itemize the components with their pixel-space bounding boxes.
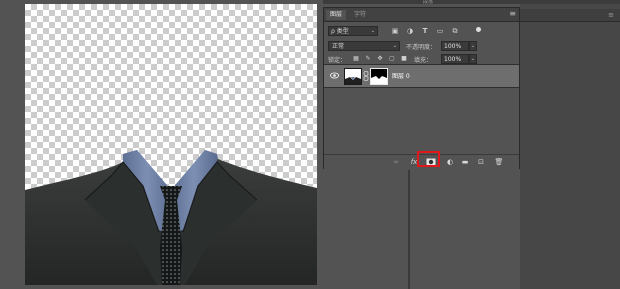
fill-input[interactable]: 100% <box>441 54 469 64</box>
dock-row: ≡ <box>520 9 620 22</box>
delete-icon[interactable]: 🗑 <box>494 158 504 167</box>
new-layer-icon[interactable]: ⊡ <box>476 158 486 167</box>
lock-position-icon[interactable]: ✥ <box>376 54 384 64</box>
adjustment-layer-icon[interactable]: ◐ <box>445 158 455 167</box>
blend-mode-select[interactable]: 正常 ⌄ <box>328 41 400 51</box>
tab-character[interactable]: 字符 <box>350 10 370 20</box>
link-layers-icon[interactable]: ∞ <box>391 158 401 167</box>
chevron-down-icon: ⌄ <box>370 28 375 34</box>
layer-thumbnail[interactable] <box>344 68 362 85</box>
adjustment-filter-icon[interactable]: ◑ <box>405 26 415 36</box>
shape-filter-icon[interactable]: ▭ <box>435 26 445 36</box>
fill-label: 填充： <box>414 57 433 64</box>
smart-object-filter-icon[interactable]: ⧉ <box>450 26 460 36</box>
dock-divider <box>408 170 410 289</box>
blend-mode-value: 正常 <box>332 43 345 50</box>
lock-label: 锁定： <box>328 57 347 64</box>
filter-row: ρ 类型 ⌄ ▣ ◑ T ▭ ⧉ <box>328 26 516 37</box>
tab-layers[interactable]: 图层 <box>326 10 347 20</box>
lock-transparent-icon[interactable]: ▦ <box>352 54 360 64</box>
filter-type-select[interactable]: ρ 类型 ⌄ <box>328 26 378 36</box>
suit-image <box>25 150 317 285</box>
lock-all-icon[interactable]: ■ <box>400 54 408 64</box>
panel-menu-icon[interactable]: ≡ <box>509 9 516 19</box>
top-strip-label: 段落 <box>423 0 434 5</box>
dock-menu-icon[interactable]: ≡ <box>608 11 614 19</box>
layer-list: 图层 0 <box>324 64 519 153</box>
filter-toggle[interactable] <box>476 27 481 32</box>
filter-type-label: ρ 类型 <box>331 28 349 35</box>
add-mask-highlight <box>417 151 440 167</box>
opacity-input[interactable]: 100% <box>441 41 469 51</box>
opacity-dropdown[interactable]: ⌄ <box>469 41 477 51</box>
group-folder-icon[interactable]: ▬ <box>460 158 470 167</box>
lock-image-icon[interactable]: ✎ <box>364 54 372 64</box>
chain-link-icon[interactable] <box>363 71 369 81</box>
fill-dropdown[interactable]: ⌄ <box>469 54 477 64</box>
type-filter-icon[interactable]: T <box>420 26 430 36</box>
layers-panel: 图层 字符 ≡ ρ 类型 ⌄ ▣ ◑ T ▭ ⧉ 正常 ⌄ 不透明度： 100%… <box>323 7 520 169</box>
eye-icon[interactable] <box>330 72 339 79</box>
layer-name[interactable]: 图层 0 <box>392 71 410 80</box>
layer-row[interactable]: 图层 0 <box>324 64 519 88</box>
right-dock: ≡ <box>520 4 620 289</box>
document-canvas[interactable] <box>25 4 317 285</box>
lock-artboard-icon[interactable]: ▢ <box>388 54 396 64</box>
image-filter-icon[interactable]: ▣ <box>390 26 400 36</box>
opacity-label: 不透明度： <box>406 44 437 51</box>
layer-mask-thumbnail[interactable] <box>370 68 388 85</box>
panel-header: 图层 字符 ≡ <box>324 8 519 22</box>
blend-row: 正常 ⌄ 不透明度： 100% ⌄ <box>328 41 516 52</box>
chevron-down-icon: ⌄ <box>392 43 397 49</box>
